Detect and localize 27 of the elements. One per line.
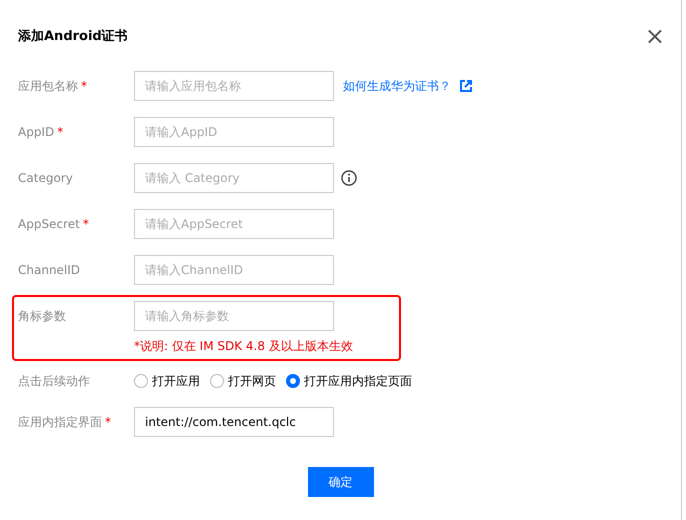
field-label: ChannelID — [18, 263, 80, 277]
input-field[interactable]: 请输入应用包名称 — [134, 71, 334, 101]
field-label: Category — [18, 171, 73, 185]
required-mark: * — [105, 414, 111, 428]
help-link[interactable]: 如何生成华为证书？ — [343, 78, 451, 94]
required-mark: * — [81, 78, 87, 92]
required-mark: * — [82, 217, 89, 231]
radio-option[interactable]: 打开应用 — [134, 372, 200, 390]
field-label: 应用包名称 — [18, 78, 78, 92]
required-mark: * — [57, 125, 64, 139]
confirm-button[interactable]: 确定 — [308, 467, 374, 497]
radio-option[interactable]: 打开应用内指定页面 — [286, 372, 412, 390]
input-field[interactable]: 请输入角标参数 — [134, 301, 334, 331]
input-field[interactable]: 请输入 Category — [134, 163, 334, 193]
radio-option[interactable]: 打开网页 — [210, 372, 276, 390]
field-label: AppID — [18, 125, 54, 139]
field-label: 点击后续动作 — [18, 372, 91, 390]
input-field[interactable]: 请输入ChannelID — [134, 255, 334, 285]
note-text: *说明: 仅在 IM SDK 4.8 及以上版本生效 — [134, 338, 354, 355]
close-button[interactable]: × — [644, 26, 665, 46]
input-field[interactable]: 请输入AppSecret — [134, 209, 334, 239]
field-label: 角标参数 — [18, 308, 66, 322]
field-label: AppSecret — [18, 217, 80, 231]
input-field[interactable]: intent://com.tencent.qclc — [134, 407, 334, 437]
input-field[interactable]: 请输入AppID — [134, 117, 334, 147]
field-label: 应用内指定界面 — [18, 414, 102, 428]
dialog-title: 添加Android证书 — [18, 28, 128, 45]
